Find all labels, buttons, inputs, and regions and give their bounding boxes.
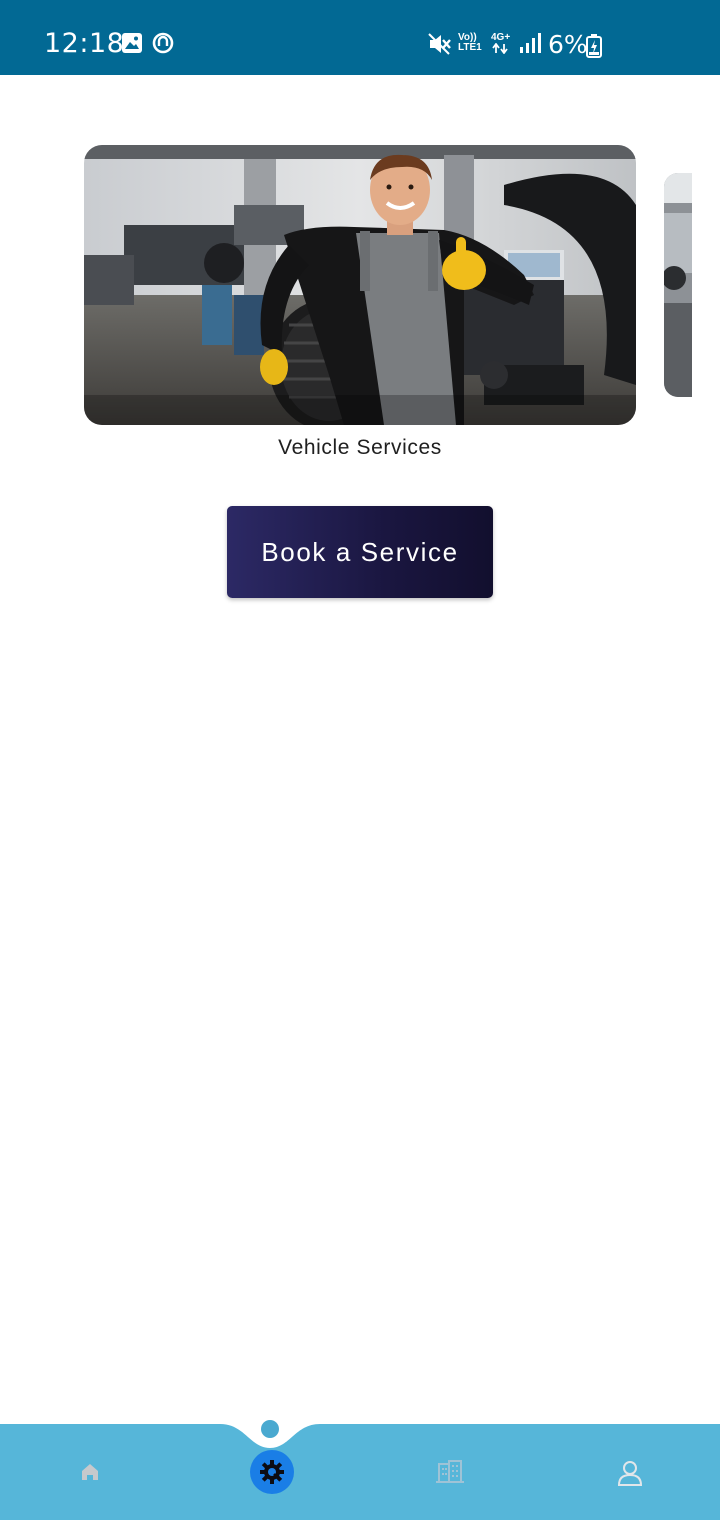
buildings-icon xyxy=(436,1460,464,1483)
sync-app-icon xyxy=(152,32,174,54)
carousel-card-next[interactable] xyxy=(664,173,692,397)
status-time: 12:18 xyxy=(44,28,125,59)
data-indicator: 4G+ xyxy=(491,33,510,57)
signal-icon xyxy=(520,33,541,53)
carousel-caption: Vehicle Services xyxy=(278,436,442,459)
mute-icon xyxy=(428,33,451,55)
mechanic-photo xyxy=(84,145,636,425)
gear-service-icon xyxy=(260,1460,284,1484)
nav-buildings[interactable] xyxy=(436,1460,464,1489)
data-arrows-icon xyxy=(492,42,508,55)
network-type-label: 4G+ xyxy=(491,32,511,43)
nav-services[interactable] xyxy=(250,1450,294,1494)
next-card-photo xyxy=(664,173,692,397)
book-service-button[interactable]: Book a Service xyxy=(227,506,493,598)
battery-percentage: 6% xyxy=(548,30,588,59)
lte-label: LTE1 xyxy=(458,42,482,53)
carousel-card-vehicle-services[interactable] xyxy=(84,145,636,425)
nav-profile[interactable] xyxy=(617,1460,643,1491)
home-icon xyxy=(82,1464,98,1480)
nav-background xyxy=(0,1420,720,1520)
bottom-navigation xyxy=(0,1400,720,1520)
battery-charging-icon xyxy=(586,34,602,58)
status-bar: 12:18 Vo)) LTE1 4G+ 6% xyxy=(0,0,720,75)
user-profile-icon xyxy=(617,1461,643,1486)
gallery-icon xyxy=(122,33,142,53)
volte-indicator: Vo)) LTE1 xyxy=(458,33,482,53)
nav-home[interactable] xyxy=(78,1460,102,1489)
